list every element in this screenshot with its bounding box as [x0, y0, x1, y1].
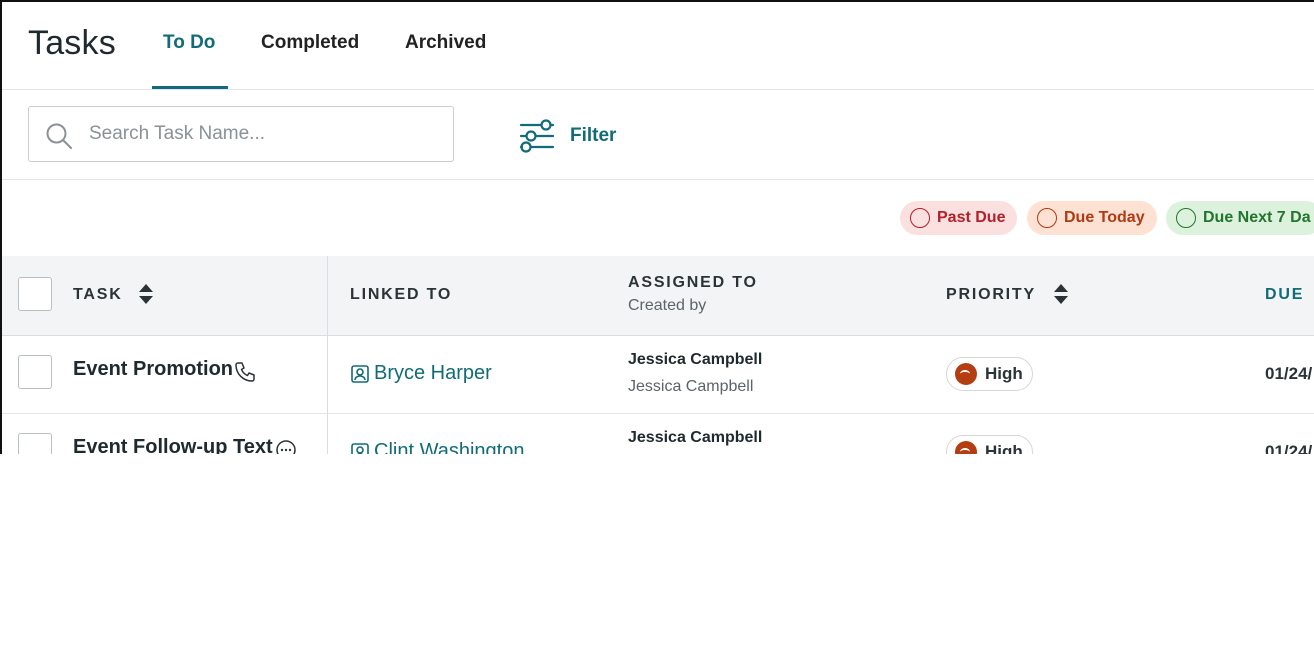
priority-high-icon [955, 441, 977, 454]
past-due-chip[interactable]: Past Due [900, 201, 1018, 235]
task-name[interactable]: Event Follow-up Text [73, 436, 273, 454]
priority-badge: High [946, 357, 1033, 391]
column-header-task: TASK [73, 286, 123, 303]
table-row[interactable]: Event Promotion Bryce Harper Jessica Cam… [2, 336, 1314, 414]
search-toolbar: Filter [2, 90, 1314, 180]
due-today-label: Due Today [1064, 209, 1145, 226]
due-status-legend: Past Due Due Today Due Next 7 Da [2, 180, 1314, 256]
linked-contact-name: Bryce Harper [374, 362, 492, 384]
linked-contact-link[interactable]: Clint Washington [350, 440, 524, 454]
linked-contact-link[interactable]: Bryce Harper [350, 362, 492, 385]
phone-icon [235, 362, 255, 382]
sort-icon[interactable] [138, 283, 154, 305]
search-input[interactable] [89, 107, 439, 161]
assigned-to: Jessica Campbell [628, 351, 763, 368]
column-subheader-created-by: Created by [628, 297, 707, 314]
linked-contact-name: Clint Washington [374, 440, 525, 454]
tasks-app: Tasks To Do Completed Archived Search Ta… [0, 0, 1314, 454]
circle-icon [1037, 208, 1057, 228]
message-icon [276, 440, 296, 454]
sort-icon[interactable] [1053, 283, 1069, 305]
row-checkbox[interactable] [18, 433, 52, 454]
column-header-due[interactable]: DUE [1265, 286, 1304, 304]
search-box [28, 106, 454, 162]
assigned-to: Jessica Campbell [628, 429, 763, 446]
due-today-chip[interactable]: Due Today [1027, 201, 1157, 235]
due-date: 01/24/ [1265, 442, 1313, 454]
filter-label: Filter [570, 125, 617, 146]
column-header-linked-to: LINKED TO [350, 286, 453, 303]
table-row[interactable]: Event Follow-up Text Clint Washington Je… [2, 414, 1314, 454]
created-by: Jessica Campbell [628, 378, 754, 395]
circle-icon [1176, 208, 1196, 228]
due-next-label: Due Next 7 Da [1203, 209, 1311, 226]
filter-button[interactable]: Filter [518, 116, 616, 156]
search-icon [46, 123, 72, 149]
priority-high-icon [955, 363, 977, 385]
column-header-assigned-to: ASSIGNED TO [628, 274, 758, 291]
priority-badge: High [946, 435, 1033, 454]
due-date: 01/24/ [1265, 364, 1313, 383]
priority-label: High [985, 364, 1023, 383]
column-header-priority: PRIORITY [946, 286, 1036, 303]
row-checkbox[interactable] [18, 355, 52, 389]
tab-completed[interactable]: Completed [261, 32, 359, 54]
contact-card-icon [351, 442, 369, 454]
page-title: Tasks [28, 24, 116, 62]
active-tab-indicator [152, 86, 228, 89]
past-due-label: Past Due [937, 209, 1006, 226]
tab-to-do[interactable]: To Do [163, 32, 215, 54]
column-divider [327, 256, 328, 454]
contact-card-icon [351, 364, 369, 383]
due-next-7-days-chip[interactable]: Due Next 7 Da [1166, 201, 1314, 235]
priority-label: High [985, 442, 1023, 454]
filter-sliders-icon [519, 119, 555, 153]
task-name[interactable]: Event Promotion [73, 358, 233, 381]
table-header: TASK LINKED TO ASSIGNED TO Created by PR… [2, 256, 1314, 336]
circle-icon [910, 208, 930, 228]
tab-archived[interactable]: Archived [405, 32, 486, 54]
page-header: Tasks To Do Completed Archived [2, 2, 1314, 90]
select-all-checkbox[interactable] [18, 277, 52, 311]
